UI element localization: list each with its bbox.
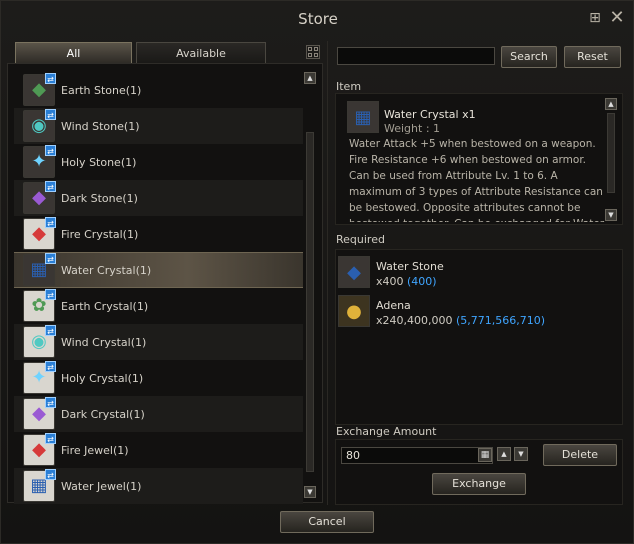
filter-tabs: All Available (15, 42, 307, 64)
water-stone-icon: ◆ (338, 256, 370, 288)
item-icon: ◉ ⇄ (23, 325, 56, 358)
adena-coin-icon: ● (338, 295, 370, 327)
list-item[interactable]: ▦ ⇄ Water Jewel(1) (14, 468, 303, 504)
window-title: Store (298, 10, 338, 28)
amount-down-icon[interactable]: ▼ (514, 447, 528, 461)
list-item[interactable]: ✦ ⇄ Holy Crystal(1) (14, 360, 303, 396)
delete-button[interactable]: Delete (543, 444, 617, 466)
amount-up-icon[interactable]: ▲ (497, 447, 511, 461)
list-item-label: Fire Jewel(1) (61, 443, 129, 457)
detail-item-weight: Weight : 1 (384, 122, 441, 135)
list-item[interactable]: ◆ ⇄ Fire Jewel(1) (14, 432, 303, 468)
close-icon[interactable]: ✕ (609, 9, 625, 27)
required-item-qty: x400 (400) (376, 275, 437, 288)
tab-all[interactable]: All (15, 42, 132, 64)
list-item-label: Wind Crystal(1) (61, 335, 147, 349)
view-toggle-icon[interactable] (306, 45, 320, 59)
required-item-name: Water Stone (376, 260, 444, 273)
exchange-button[interactable]: Exchange (432, 473, 526, 495)
required-section-label: Required (336, 233, 385, 246)
list-item[interactable]: ✦ ⇄ Holy Stone(1) (14, 144, 303, 180)
reset-button[interactable]: Reset (564, 46, 621, 68)
title-bar: Store ⊞ ✕ (1, 1, 634, 37)
exchange-amount-input[interactable]: 80 (341, 447, 493, 464)
list-item-label: Holy Stone(1) (61, 155, 137, 169)
exchange-badge-icon: ⇄ (45, 253, 56, 264)
exchange-badge-icon: ⇄ (45, 469, 56, 480)
list-item[interactable]: ✿ ⇄ Earth Crystal(1) (14, 288, 303, 324)
item-icon: ◆ ⇄ (23, 181, 56, 214)
item-icon: ◆ ⇄ (23, 73, 56, 106)
item-icon: ◆ ⇄ (23, 433, 56, 466)
item-list-scrollbar[interactable]: ▲ ▼ (304, 72, 316, 498)
cancel-button[interactable]: Cancel (280, 511, 374, 533)
list-item-label: Holy Crystal(1) (61, 371, 144, 385)
detail-scroll-down-icon[interactable]: ▼ (605, 209, 617, 221)
item-icon: ▦ ⇄ (23, 253, 56, 286)
exchange-badge-icon: ⇄ (45, 361, 56, 372)
list-item-label: Water Crystal(1) (61, 263, 152, 277)
list-item-label: Earth Stone(1) (61, 83, 142, 97)
list-item-label: Wind Stone(1) (61, 119, 140, 133)
scroll-up-icon[interactable]: ▲ (304, 72, 316, 84)
item-icon: ◆ ⇄ (23, 397, 56, 430)
exchange-badge-icon: ⇄ (45, 289, 56, 300)
water-crystal-icon: ▦ (347, 101, 379, 133)
exchange-badge-icon: ⇄ (45, 73, 56, 84)
detail-scroll-thumb[interactable] (607, 113, 615, 193)
list-item[interactable]: ◉ ⇄ Wind Crystal(1) (14, 324, 303, 360)
search-button[interactable]: Search (501, 46, 557, 68)
exchange-badge-icon: ⇄ (45, 433, 56, 444)
list-item-label: Earth Crystal(1) (61, 299, 149, 313)
exchange-badge-icon: ⇄ (45, 109, 56, 120)
detail-item-name: Water Crystal x1 (384, 108, 476, 121)
item-icon: ▦ ⇄ (23, 469, 56, 502)
list-item-label: Water Jewel(1) (61, 479, 142, 493)
list-item-label: Dark Crystal(1) (61, 407, 145, 421)
detail-scroll-up-icon[interactable]: ▲ (605, 98, 617, 110)
item-section-label: Item (336, 80, 362, 93)
scroll-down-icon[interactable]: ▼ (304, 486, 316, 498)
list-item-label: Fire Crystal(1) (61, 227, 139, 241)
store-window: Store ⊞ ✕ All Available ◆ ⇄ Earth Stone(1)… (0, 0, 634, 544)
panel-divider (327, 41, 328, 505)
item-icon: ◆ ⇄ (23, 217, 56, 250)
settings-grid-icon[interactable]: ⊞ (587, 10, 603, 26)
required-item-name: Adena (376, 299, 411, 312)
required-item: ● Adena x240,400,000 (5,771,566,710) (338, 293, 618, 329)
list-item[interactable]: ◆ ⇄ Dark Stone(1) (14, 180, 303, 216)
tab-available[interactable]: Available (136, 42, 266, 64)
required-item-qty: x240,400,000 (5,771,566,710) (376, 314, 546, 327)
exchange-badge-icon: ⇄ (45, 325, 56, 336)
exchange-badge-icon: ⇄ (45, 397, 56, 408)
item-icon: ✦ ⇄ (23, 361, 56, 394)
exchange-badge-icon: ⇄ (45, 181, 56, 192)
exchange-amount-label: Exchange Amount (336, 425, 437, 438)
search-input[interactable] (337, 47, 495, 65)
exchange-badge-icon: ⇄ (45, 217, 56, 228)
exchange-badge-icon: ⇄ (45, 145, 56, 156)
list-item[interactable]: ◉ ⇄ Wind Stone(1) (14, 108, 303, 144)
required-item: ◆ Water Stone x400 (400) (338, 254, 618, 290)
list-item-label: Dark Stone(1) (61, 191, 138, 205)
item-icon: ✿ ⇄ (23, 289, 56, 322)
list-item[interactable]: ◆ ⇄ Dark Crystal(1) (14, 396, 303, 432)
item-icon: ✦ ⇄ (23, 145, 56, 178)
item-icon: ◉ ⇄ (23, 109, 56, 142)
list-item[interactable]: ◆ ⇄ Fire Crystal(1) (14, 216, 303, 252)
calculator-icon[interactable]: ▦ (478, 448, 492, 462)
list-item[interactable]: ◆ ⇄ Earth Stone(1) (14, 72, 303, 108)
scroll-thumb[interactable] (306, 132, 314, 472)
list-item[interactable]: ▦ ⇄ Water Crystal(1) (14, 252, 303, 288)
detail-item-description: Water Attack +5 when bestowed on a weapo… (349, 138, 604, 222)
